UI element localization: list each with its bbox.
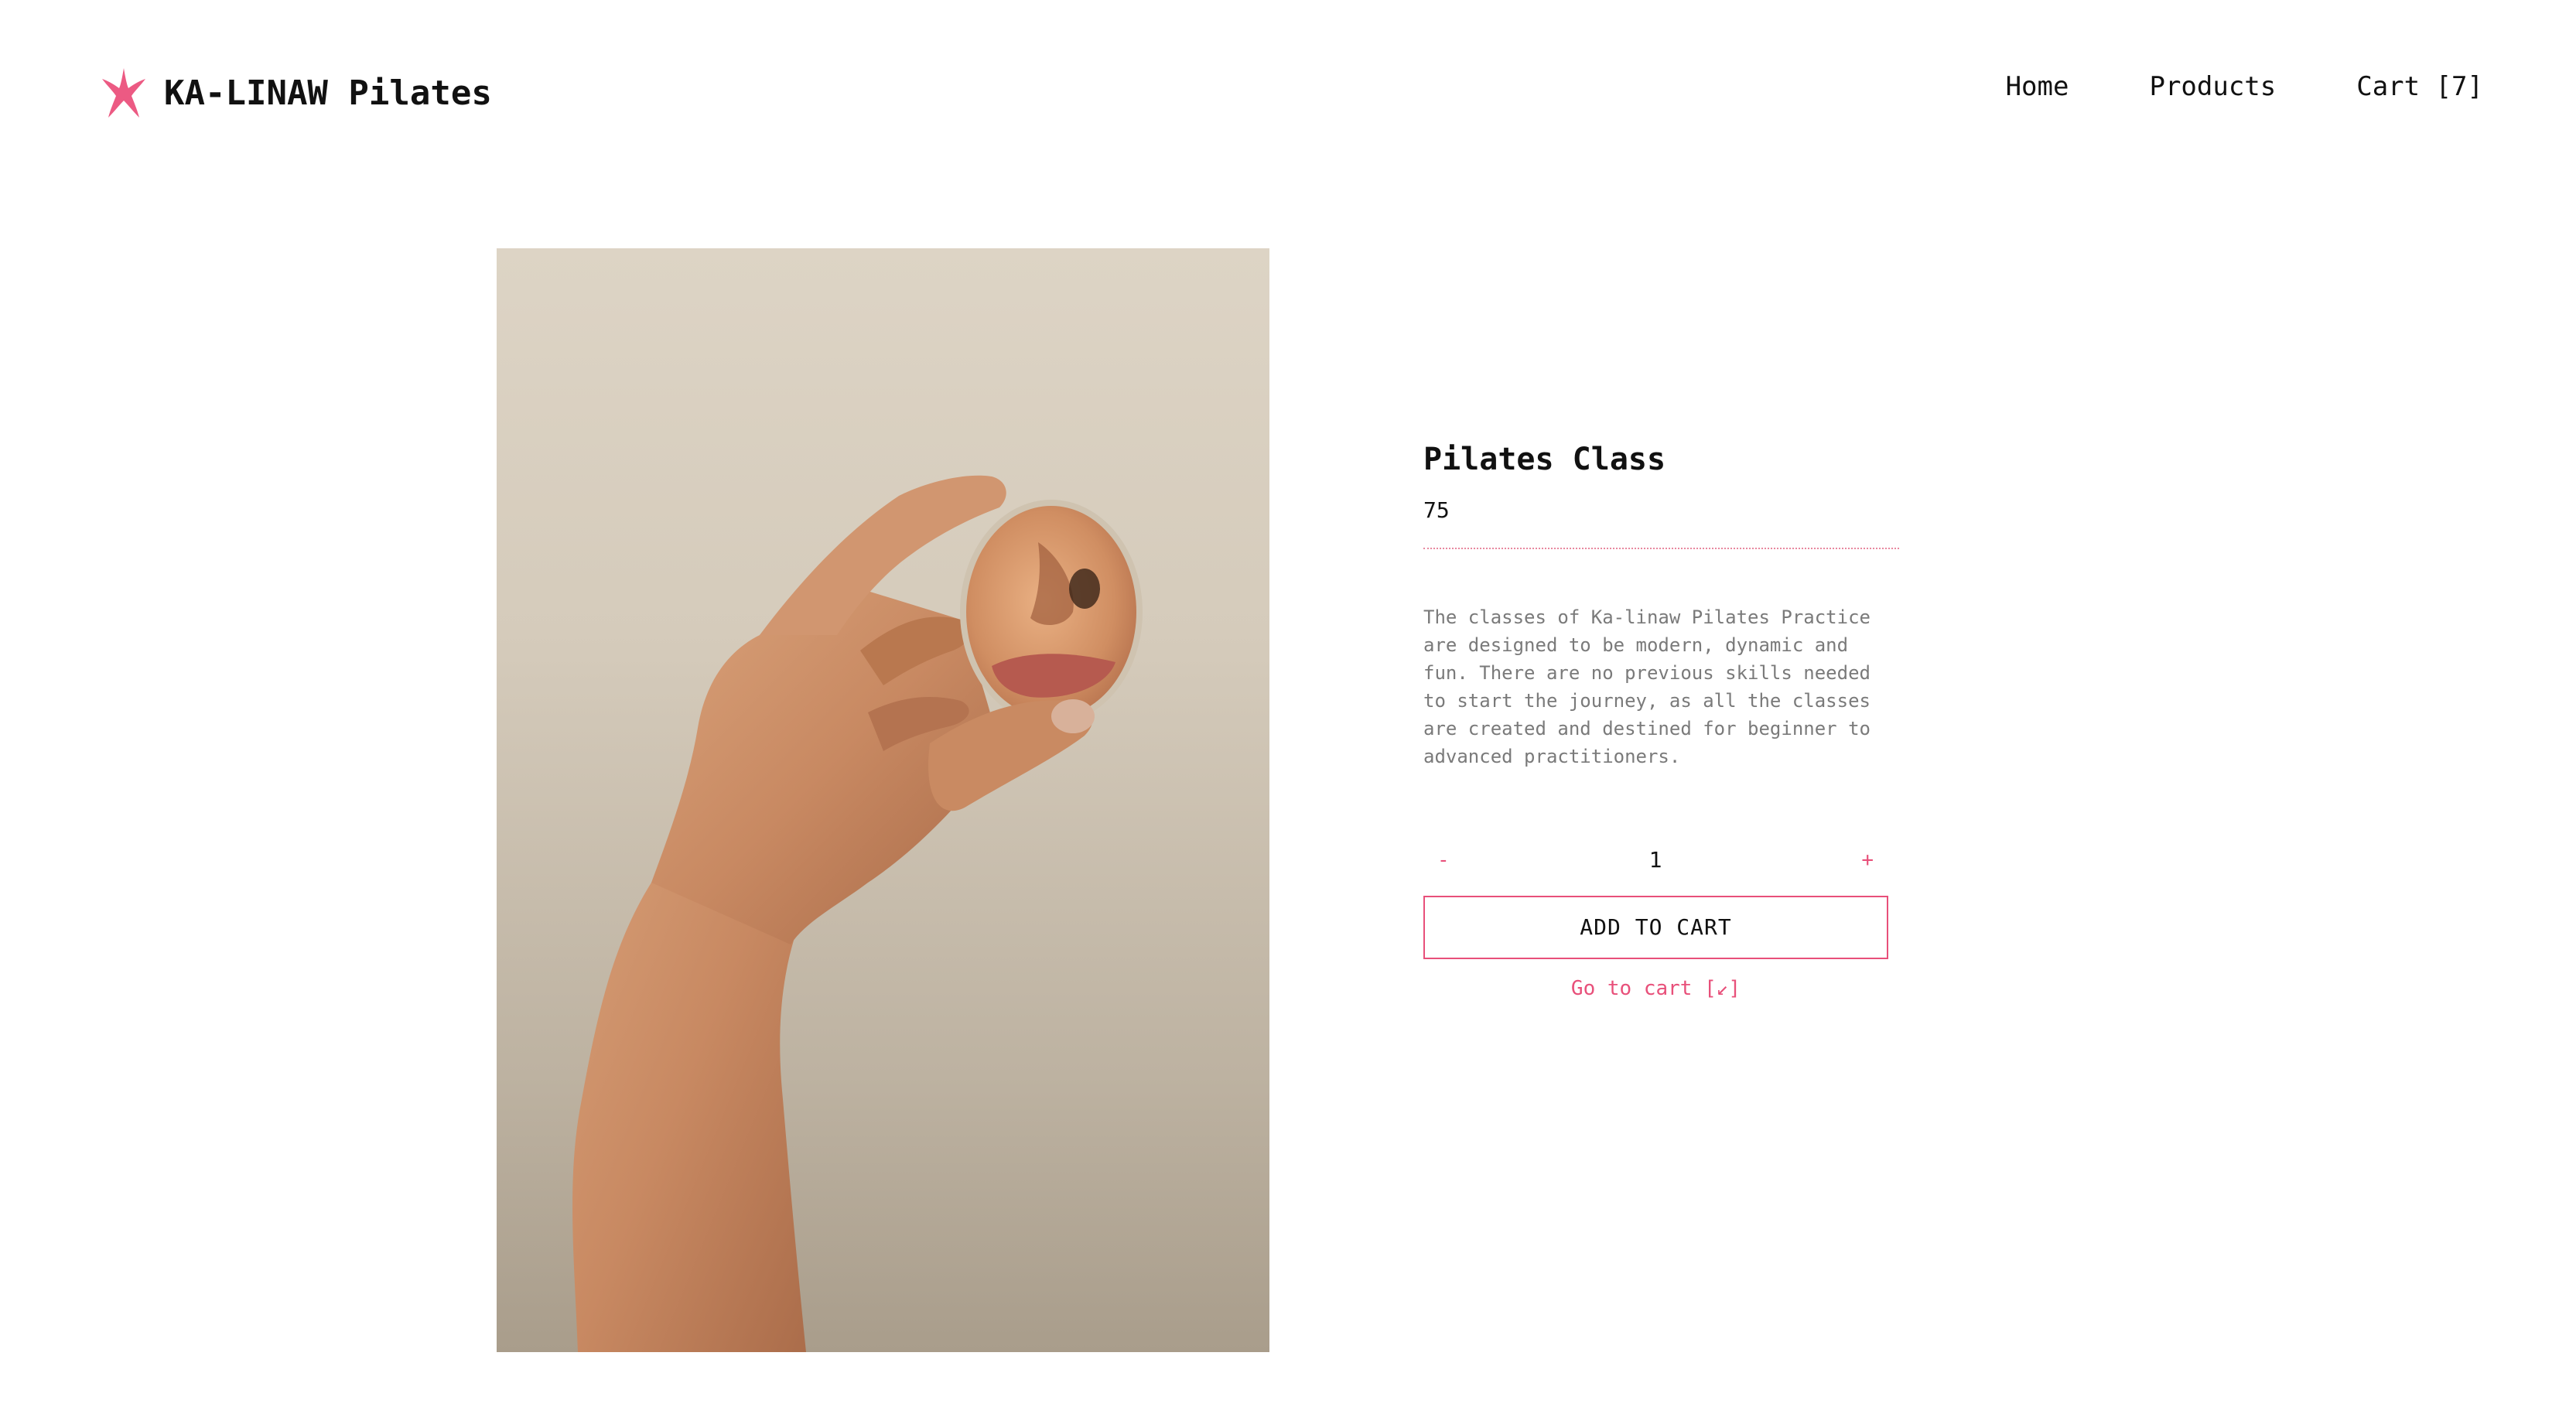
add-to-cart-button[interactable]: ADD TO CART bbox=[1423, 896, 1888, 959]
product-image bbox=[497, 248, 1269, 1352]
hand-holding-mirror-image bbox=[572, 475, 1143, 1352]
quantity-increase-button[interactable]: + bbox=[1853, 845, 1881, 876]
product-description: The classes of Ka-linaw Pilates Practice… bbox=[1423, 606, 1871, 767]
product-title: Pilates Class bbox=[1423, 442, 1666, 477]
go-to-cart-link[interactable]: Go to cart [↙] bbox=[1423, 973, 1888, 1004]
quantity-stepper: - 1 + bbox=[1423, 845, 1888, 876]
nav-home-link[interactable]: Home bbox=[2006, 71, 2069, 102]
price-divider bbox=[1423, 548, 1899, 549]
product-details: Pilates Class 75 The classes of Ka-linaw… bbox=[1423, 438, 1903, 1004]
brand-name: KA-LINAW Pilates bbox=[164, 73, 492, 113]
quantity-value[interactable]: 1 bbox=[1423, 845, 1888, 876]
site-header: KA-LINAW Pilates Home Products Cart [7] bbox=[0, 0, 2576, 186]
nav-products-link[interactable]: Products bbox=[2149, 71, 2276, 102]
nav-cart-link[interactable]: Cart [7] bbox=[2356, 71, 2483, 102]
brand-home-link[interactable]: KA-LINAW Pilates bbox=[101, 62, 492, 124]
product-price: 75 bbox=[1423, 497, 1450, 523]
starfish-icon bbox=[102, 68, 145, 118]
main-nav: Home Products Cart [7] bbox=[2006, 71, 2483, 102]
